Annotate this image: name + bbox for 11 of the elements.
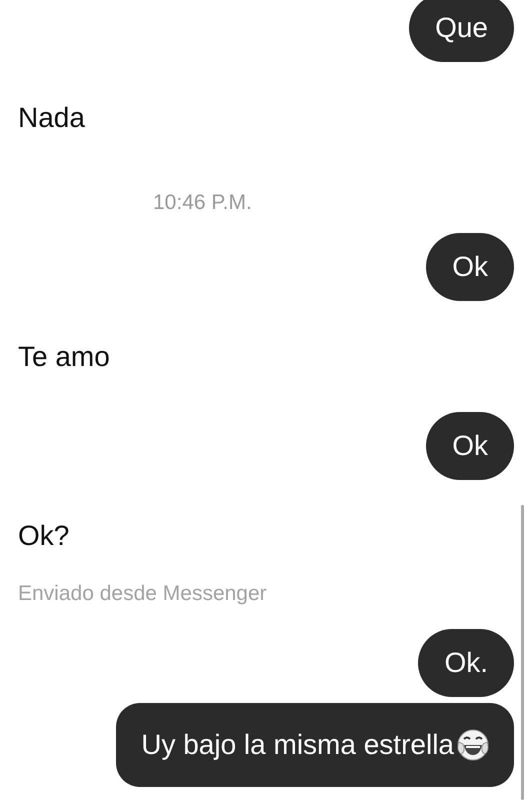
sent-from-note: Enviado desde Messenger	[17, 582, 268, 606]
message-timestamp: 10:46 P.M.	[152, 191, 253, 215]
sent-message-bubble: Que	[409, 0, 514, 62]
scrollbar[interactable]	[521, 505, 524, 800]
sent-message-bubble: Ok	[426, 412, 514, 480]
received-message: Te amo	[17, 340, 111, 374]
sent-message-bubble: Ok.	[418, 629, 514, 697]
sent-message-bubble: Uy bajo la misma estrella	[116, 703, 514, 787]
received-message: Nada	[17, 101, 86, 135]
received-message: Ok?	[17, 519, 70, 553]
sent-message-bubble: Ok	[426, 233, 514, 301]
